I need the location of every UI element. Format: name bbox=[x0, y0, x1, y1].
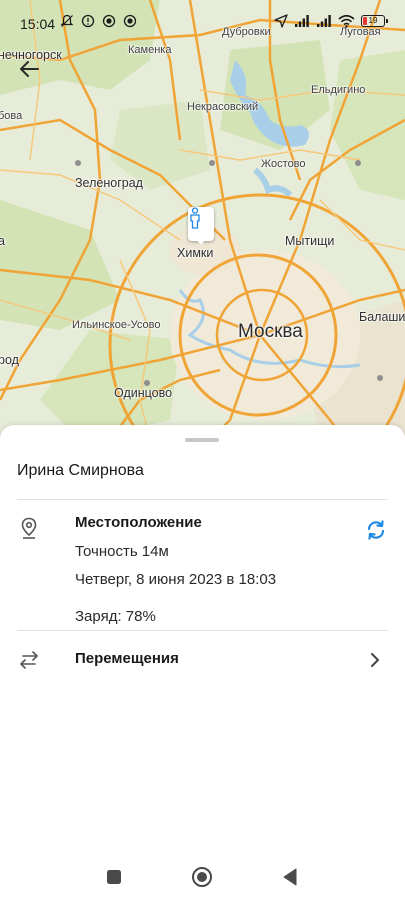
location-datetime: Четверг, 8 июня 2023 в 18:03 bbox=[75, 571, 277, 588]
map-label: Одинцово bbox=[114, 386, 173, 400]
map-label: Мытищи bbox=[285, 234, 335, 248]
map-label: Некрасовский bbox=[187, 101, 259, 113]
map-label: Жостово bbox=[261, 158, 306, 170]
triangle-back-icon bbox=[283, 868, 297, 886]
status-icons-right: 19 bbox=[274, 14, 388, 28]
battery-icon: 19 bbox=[361, 15, 388, 27]
map-label: бова bbox=[0, 110, 23, 122]
status-icons-left bbox=[60, 14, 137, 28]
circle-icon bbox=[192, 867, 212, 887]
alert-icon bbox=[81, 14, 95, 28]
recents-button[interactable] bbox=[101, 864, 127, 890]
refresh-icon bbox=[367, 520, 385, 540]
movements-title: Перемещения bbox=[75, 650, 179, 667]
movements-row[interactable]: Перемещения bbox=[0, 631, 405, 687]
map-label: Ельдигино bbox=[311, 84, 366, 96]
back-button[interactable] bbox=[14, 54, 44, 84]
map-label: Ильинское-Усово bbox=[72, 319, 161, 331]
record-icon bbox=[123, 14, 137, 28]
map-label: а bbox=[0, 234, 5, 248]
drag-handle[interactable] bbox=[185, 438, 219, 442]
divider bbox=[17, 499, 388, 500]
location-accuracy: Точность 14м bbox=[75, 543, 169, 560]
square-icon bbox=[107, 870, 121, 884]
wifi-icon bbox=[338, 14, 355, 28]
map-label: Москва bbox=[238, 321, 303, 342]
map-label: Зеленоград bbox=[75, 176, 143, 190]
status-time: 15:04 bbox=[20, 16, 56, 32]
refresh-button[interactable] bbox=[363, 517, 389, 543]
back-nav-button[interactable] bbox=[277, 864, 303, 890]
map-label: род bbox=[0, 353, 19, 367]
map-view[interactable]: нечногорск Дубровки Луговая Каменка Некр… bbox=[0, 0, 405, 440]
location-title: Местоположение bbox=[75, 514, 202, 531]
status-bar: 15:04 19 bbox=[0, 0, 405, 44]
home-button[interactable] bbox=[189, 864, 215, 890]
contact-name: Ирина Смирнова bbox=[17, 462, 144, 479]
cell-signal-icon bbox=[317, 15, 331, 27]
map-label: Каменка bbox=[128, 44, 172, 56]
person-icon bbox=[190, 207, 200, 229]
location-pin-icon bbox=[17, 516, 41, 540]
mute-icon bbox=[60, 14, 74, 27]
swap-arrows-icon bbox=[17, 648, 41, 672]
cell-signal-icon bbox=[295, 15, 309, 27]
map-label: Химки bbox=[177, 246, 214, 260]
bottom-sheet: Ирина Смирнова Местоположение Точность 1… bbox=[0, 425, 405, 900]
record-icon bbox=[102, 14, 116, 28]
arrow-left-icon bbox=[20, 61, 39, 77]
person-marker[interactable] bbox=[188, 207, 214, 241]
location-arrow-icon bbox=[274, 14, 288, 28]
chevron-right-icon bbox=[371, 653, 379, 667]
map-label: Балаши bbox=[359, 310, 405, 324]
system-nav-bar bbox=[0, 852, 405, 900]
marker-tail bbox=[196, 239, 206, 245]
battery-charge: Заряд: 78% bbox=[75, 608, 156, 625]
battery-level: 19 bbox=[368, 16, 378, 25]
